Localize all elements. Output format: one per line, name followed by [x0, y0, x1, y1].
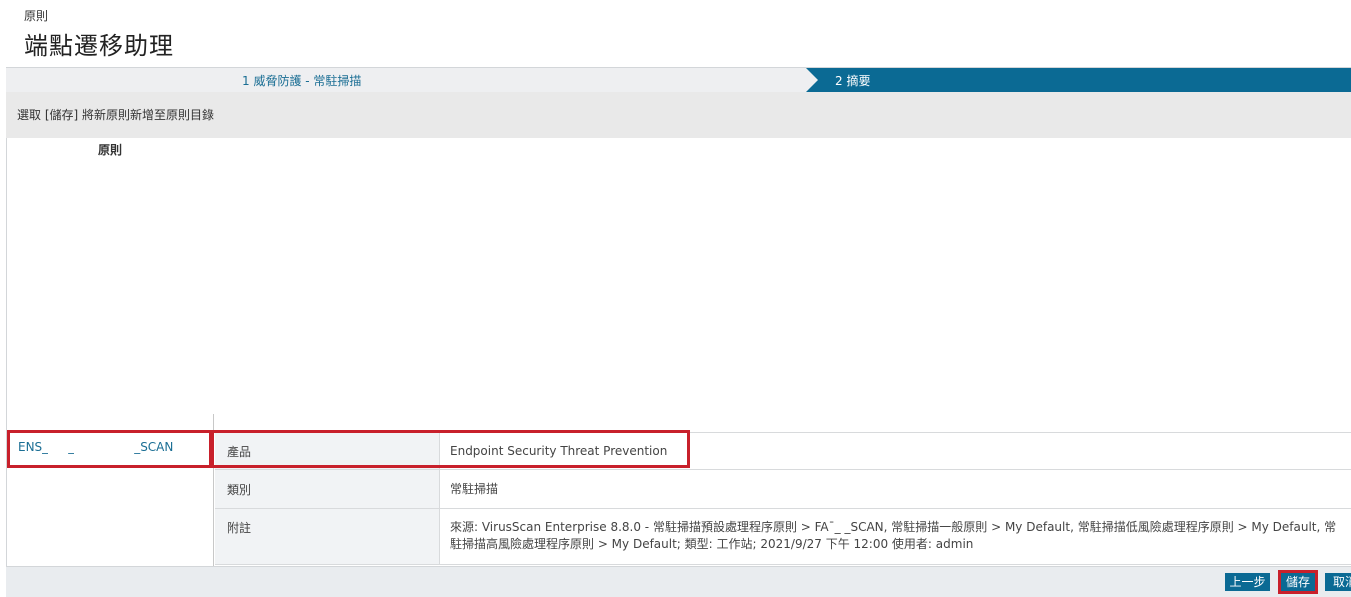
step-arrow-icon — [806, 68, 818, 92]
breadcrumb[interactable]: 原則 — [24, 7, 48, 24]
detail-label-cell: 附註 — [215, 509, 440, 564]
summary-panel: 原則 ENS_ _ _SCAN 產品 Endpoint Security Threa… — [6, 138, 1351, 566]
detail-label-cell: 類別 — [215, 470, 440, 508]
wizard-step-2-label: 2 摘要 — [835, 74, 871, 88]
save-button[interactable]: 儲存 — [1278, 570, 1318, 594]
detail-value: 來源: VirusScan Enterprise 8.8.0 - 常駐掃描預設處… — [450, 520, 1337, 551]
policy-column-header: 原則 — [98, 143, 123, 157]
detail-row-category: 類別 常駐掃描 — [215, 470, 1351, 509]
instruction-bar: 選取 [儲存] 將新原則新增至原則目錄 — [6, 92, 1351, 138]
detail-label: 附註 — [227, 521, 252, 535]
wizard-step-1[interactable]: 1 威脅防護 - 常駐掃描 — [242, 72, 361, 89]
wizard-steps: 1 威脅防護 - 常駐掃描 2 摘要 — [6, 67, 1351, 92]
wizard-step-2-active: 2 摘要 — [806, 68, 1351, 92]
detail-value: 常駐掃描 — [450, 482, 499, 496]
instruction-text: 選取 [儲存] 將新原則新增至原則目錄 — [17, 108, 214, 122]
prev-button[interactable]: 上一步 — [1225, 573, 1270, 591]
detail-label: 類別 — [227, 483, 252, 497]
product-highlight-annotation — [211, 430, 690, 468]
footer-bar: 上一步 儲存 取消 — [6, 566, 1351, 597]
detail-row-notes: 附註 來源: VirusScan Enterprise 8.8.0 - 常駐掃描… — [215, 509, 1351, 565]
cancel-button[interactable]: 取消 — [1325, 573, 1351, 591]
policy-highlight-annotation — [7, 430, 212, 468]
page-title: 端點遷移助理 — [24, 32, 174, 60]
